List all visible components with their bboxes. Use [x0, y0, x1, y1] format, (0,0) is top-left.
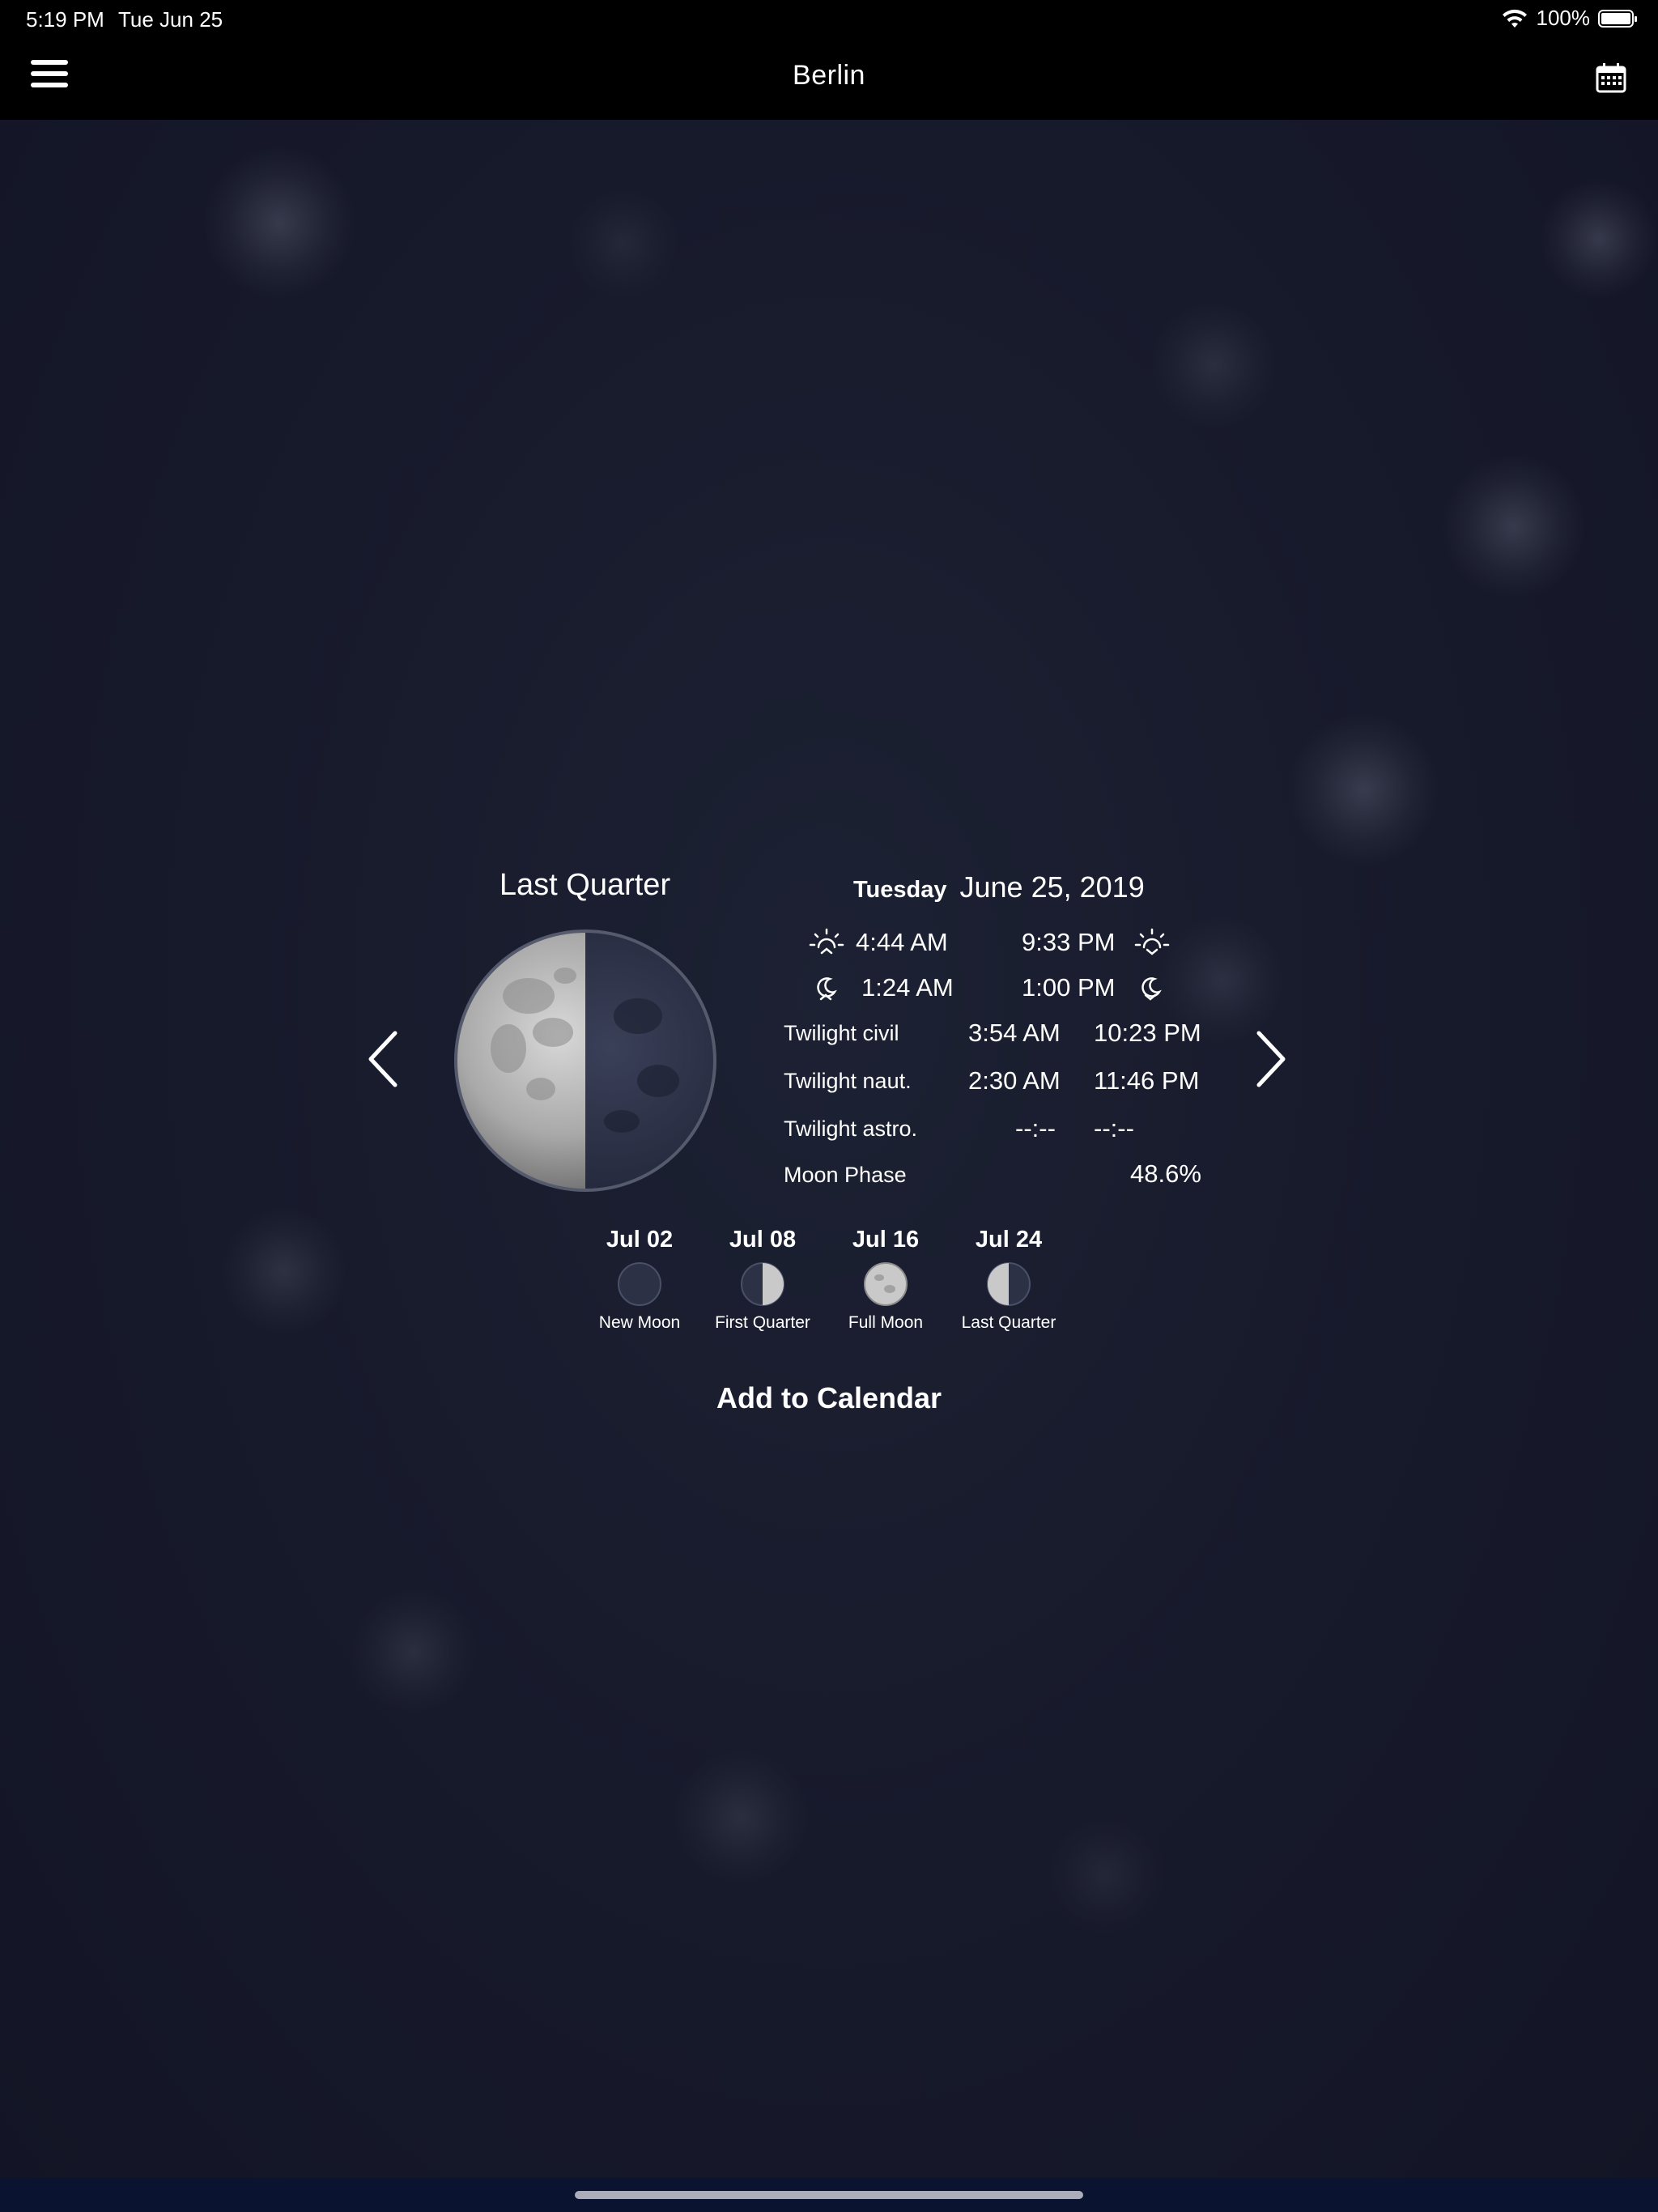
moon-phase-image: [454, 929, 716, 1192]
moon-phase-title: Last Quarter: [499, 868, 671, 902]
sunset-time: 9:33 PM: [1022, 928, 1116, 956]
moonrise-icon: [817, 977, 837, 1001]
upcoming-phase-first-quarter[interactable]: Jul 08 First Quarter: [694, 1227, 831, 1333]
upcoming-date: Jul 16: [852, 1227, 920, 1253]
twilight-astro-label: Twilight astro.: [784, 1117, 918, 1141]
status-indicators: 100%: [1501, 6, 1637, 31]
upcoming-label: Full Moon: [848, 1313, 924, 1332]
first-quarter-moon-icon: [741, 1262, 784, 1306]
upcoming-date: Jul 24: [975, 1227, 1043, 1253]
upcoming-phase-new-moon[interactable]: Jul 02 New Moon: [571, 1227, 708, 1333]
twilight-astro-start: --:--: [1015, 1114, 1056, 1142]
background-bokeh: [1538, 178, 1658, 300]
next-day-arrow-icon[interactable]: [1251, 1027, 1291, 1091]
moon-screen: 5:19 PM Tue Jun 25 100% Berlin Last Quar…: [0, 0, 1658, 2212]
new-moon-icon: [618, 1262, 661, 1306]
date-header: Tuesday June 25, 2019: [853, 870, 1145, 904]
moonset-icon: [1141, 977, 1162, 1001]
add-to-calendar-button[interactable]: Add to Calendar: [586, 1381, 1072, 1415]
background-bokeh: [1044, 1814, 1166, 1935]
full-moon-icon: [864, 1262, 908, 1306]
upcoming-label: First Quarter: [715, 1313, 810, 1332]
twilight-naut-start: 2:30 AM: [968, 1066, 1061, 1095]
sunrise-time: 4:44 AM: [856, 928, 948, 956]
upcoming-label: New Moon: [598, 1313, 681, 1332]
last-quarter-moon-icon: [987, 1262, 1031, 1306]
weekday-label: Tuesday: [853, 877, 947, 903]
upcoming-phase-full-moon[interactable]: Jul 16 Full Moon: [817, 1227, 954, 1333]
background-bokeh: [219, 1206, 348, 1336]
city-title: Berlin: [793, 60, 865, 91]
status-date: Tue Jun 25: [118, 7, 223, 32]
moonset-time: 1:00 PM: [1022, 973, 1116, 1002]
twilight-civil-start: 3:54 AM: [968, 1019, 1061, 1047]
twilight-naut-end: 11:46 PM: [1094, 1066, 1200, 1095]
moonrise-time: 1:24 AM: [861, 973, 954, 1002]
upcoming-date: Jul 02: [606, 1227, 674, 1253]
moon-phase-value: 48.6%: [1130, 1159, 1201, 1188]
status-time: 5:19 PM: [26, 7, 104, 32]
background-bokeh: [1441, 453, 1587, 599]
sunrise-icon: [809, 928, 844, 955]
moon-phase-label: Moon Phase: [784, 1163, 907, 1187]
navigation-bar: Berlin: [0, 39, 1658, 120]
background-bokeh: [348, 1587, 478, 1716]
upcoming-label: Last Quarter: [961, 1313, 1056, 1332]
upcoming-date: Jul 08: [729, 1227, 797, 1253]
background-bokeh: [202, 146, 356, 300]
calendar-icon[interactable]: [1595, 62, 1627, 94]
upcoming-phase-last-quarter[interactable]: Jul 24 Last Quarter: [940, 1227, 1078, 1333]
twilight-civil-label: Twilight civil: [784, 1021, 899, 1045]
wifi-icon: [1502, 9, 1527, 28]
background-bokeh: [567, 186, 680, 300]
twilight-civil-end: 10:23 PM: [1094, 1019, 1201, 1047]
sunset-icon: [1134, 928, 1170, 955]
background-bokeh: [1287, 713, 1441, 866]
battery-percent: 100%: [1536, 6, 1591, 30]
home-indicator[interactable]: [575, 2191, 1083, 2199]
twilight-astro-end: --:--: [1094, 1114, 1134, 1142]
status-bar: 5:19 PM Tue Jun 25 100%: [0, 0, 1658, 39]
twilight-naut-label: Twilight naut.: [784, 1069, 912, 1093]
battery-icon: [1598, 9, 1637, 28]
background-bokeh: [672, 1749, 810, 1887]
previous-day-arrow-icon[interactable]: [363, 1027, 403, 1091]
background-bokeh: [1150, 300, 1279, 429]
full-date-label: June 25, 2019: [959, 870, 1145, 904]
